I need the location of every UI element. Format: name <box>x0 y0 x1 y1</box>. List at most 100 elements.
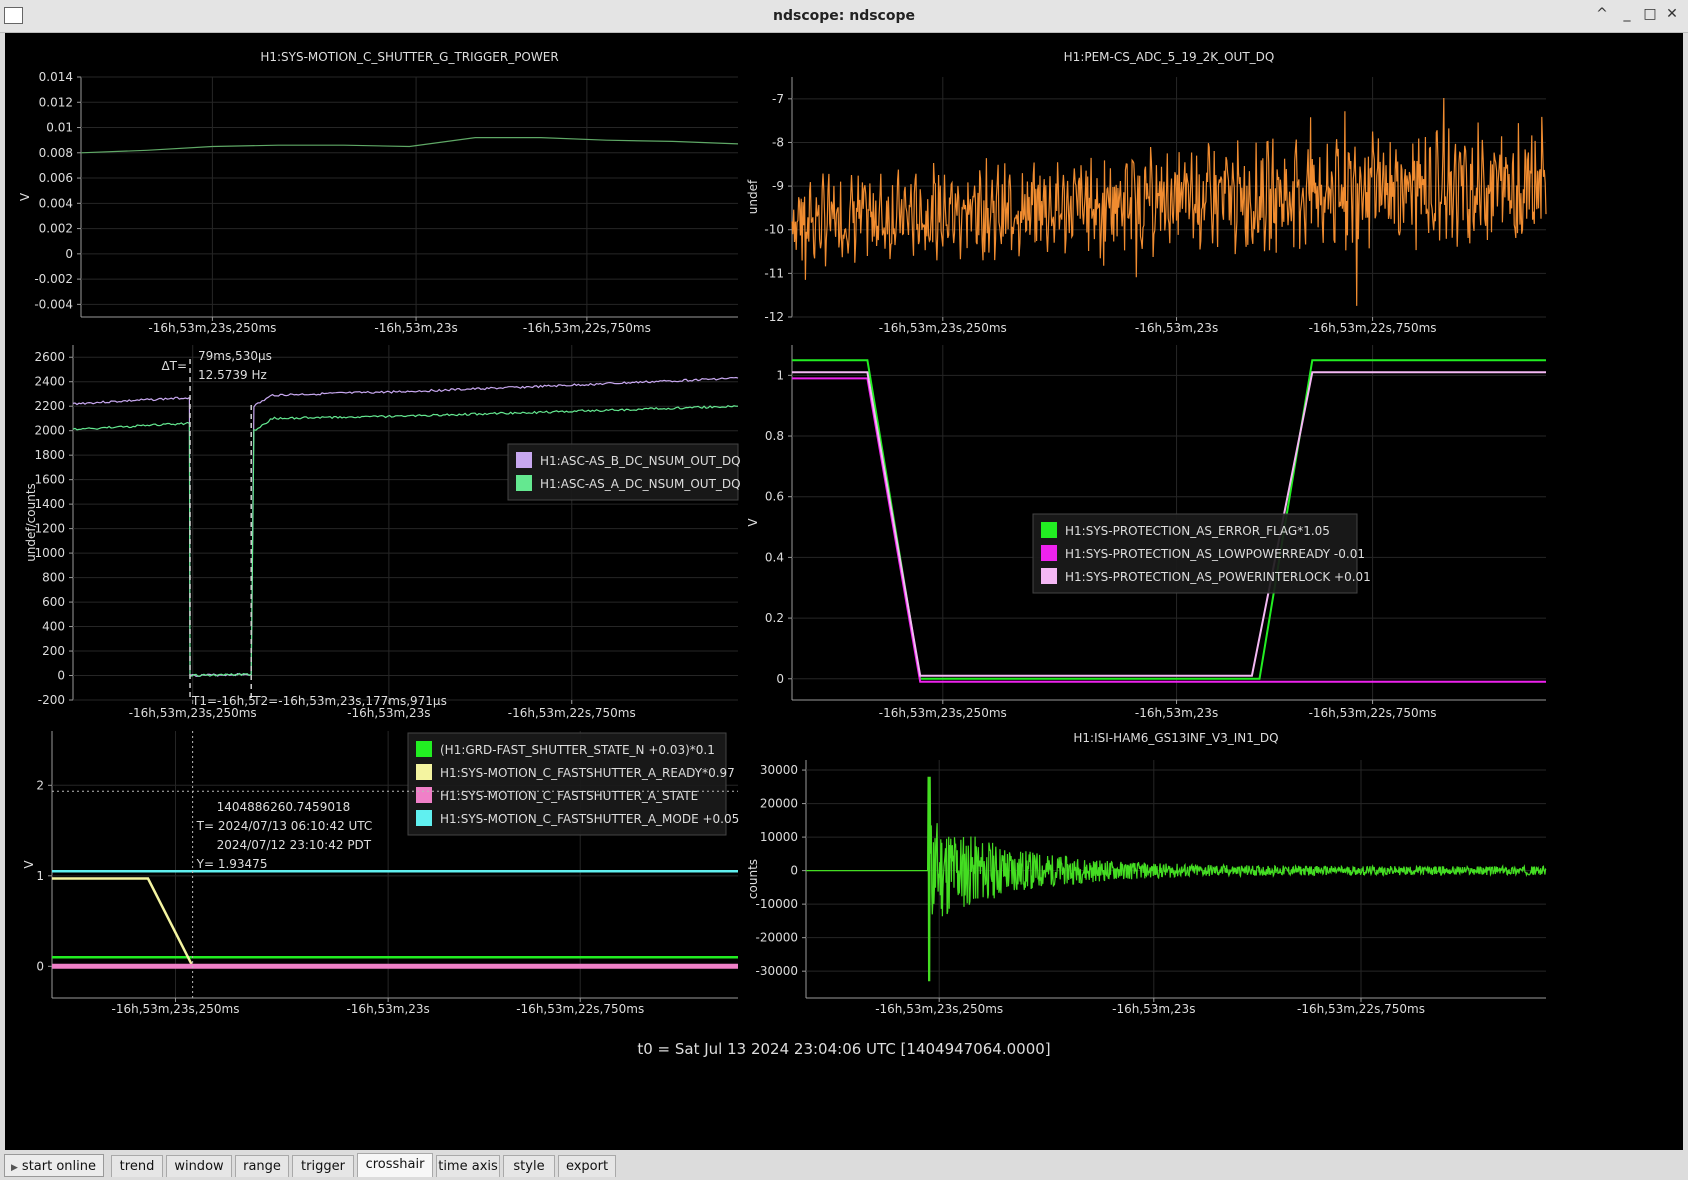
y-tick-label: -200 <box>38 693 65 707</box>
series-line-0 <box>791 97 1547 306</box>
x-tick-label: -16h,53m,23s,250ms <box>879 321 1007 335</box>
window-maximize-button[interactable]: □ <box>1640 6 1660 22</box>
chart-panel-0: -0.004 -0.002 0 0.002 0.004 0.006 0.008 0.01 0.0… <box>18 50 739 335</box>
chart-panel-4: 0 1 2 -16h,53m,23s,250ms -16h,53m,23s -16h,53… <box>22 731 739 1016</box>
legend-label: H1:SYS-MOTION_C_FASTSHUTTER_A_MODE +0.05 <box>440 812 739 826</box>
legend-swatch <box>416 741 432 757</box>
window-titlebar: ndscope: ndscope ^ _ □ ✕ <box>0 0 1688 33</box>
legend-label: (H1:GRD-FAST_SHUTTER_STATE_N +0.03)*0.1 <box>440 743 715 757</box>
y-axis-label: V <box>746 518 760 527</box>
legend-box <box>507 443 739 501</box>
window-close-button[interactable]: ✕ <box>1662 6 1682 22</box>
y-tick-label: -7 <box>772 92 784 106</box>
legend-swatch <box>1041 568 1057 584</box>
plot-grid-svg[interactable]: -0.004 -0.002 0 0.002 0.004 0.006 0.008 0.01 0.0… <box>5 33 1683 1150</box>
tab-crosshair[interactable]: crosshair <box>357 1153 433 1177</box>
window-minimize-button[interactable]: _ <box>1617 6 1637 22</box>
chart-panel-3: 0 0.2 0.4 0.6 0.8 1 -16h,53m,23s,250ms -16h,53m… <box>746 345 1546 720</box>
y-tick-label: 0 <box>57 669 65 683</box>
y-tick-label: 2000 <box>34 424 65 438</box>
legend-swatch <box>416 787 432 803</box>
control-tab-bar: ▶ start online trend window range trigger… <box>0 1150 1688 1177</box>
legend-swatch <box>416 764 432 780</box>
x-tick-label: -16h,53m,23s <box>1112 1002 1195 1016</box>
crosshair-pdt: 2024/07/12 23:10:42 PDT <box>217 838 372 852</box>
y-tick-label: 1 <box>776 368 784 382</box>
x-tick-label: -16h,53m,23s,250ms <box>129 706 257 720</box>
y-tick-label: 30000 <box>760 763 798 777</box>
y-tick-label: 1 <box>36 869 44 883</box>
play-icon: ▶ <box>11 1163 18 1173</box>
plot-area[interactable]: -0.004 -0.002 0 0.002 0.004 0.006 0.008 0.01 0.0… <box>5 33 1683 1150</box>
y-axis-label: undef <box>746 179 760 214</box>
x-tick-label: -16h,53m,23s <box>1135 706 1218 720</box>
legend-label: H1:ASC-AS_B_DC_NSUM_OUT_DQ <box>540 454 741 468</box>
x-tick-label: -16h,53m,23s,250ms <box>875 1002 1003 1016</box>
x-tick-label: -16h,53m,22s,750ms <box>1309 321 1437 335</box>
y-tick-label: 0 <box>65 247 73 261</box>
y-axis-label: counts <box>746 859 760 899</box>
x-tick-label: -16h,53m,23s <box>346 1002 429 1016</box>
y-tick-label: 1800 <box>34 448 65 462</box>
chart-title: H1:ISI-HAM6_GS13INF_V3_IN1_DQ <box>1073 731 1278 745</box>
tab-trigger[interactable]: trigger <box>292 1155 354 1177</box>
x-tick-label: -16h,53m,22s,750ms <box>1309 706 1437 720</box>
y-tick-label: -30000 <box>755 964 798 978</box>
chart-title: H1:PEM-CS_ADC_5_19_2K_OUT_DQ <box>1064 50 1275 64</box>
y-tick-label: -11 <box>764 266 784 280</box>
legend-label: H1:SYS-PROTECTION_AS_LOWPOWERREADY -0.01 <box>1065 547 1365 561</box>
y-axis-label: V <box>18 192 32 201</box>
tab-trend[interactable]: trend <box>111 1155 163 1177</box>
chart-panel-5: -30000 -20000 -10000 0 10000 20000 30000 -16h,5… <box>746 731 1547 1016</box>
y-tick-label: 0.014 <box>39 70 73 84</box>
y-tick-label: 0.2 <box>765 611 784 625</box>
legend-swatch <box>516 452 532 468</box>
legend-label: H1:SYS-PROTECTION_AS_POWERINTERLOCK +0.0… <box>1065 570 1371 584</box>
tab-time-axis[interactable]: time axis <box>436 1155 500 1177</box>
legend-swatch <box>1041 545 1057 561</box>
series-line-0 <box>80 137 739 154</box>
y-tick-label: 400 <box>42 620 65 634</box>
start-online-button[interactable]: ▶ start online <box>4 1154 104 1177</box>
legend-swatch <box>1041 522 1057 538</box>
y-tick-label: 2400 <box>34 375 65 389</box>
y-tick-label: -20000 <box>755 931 798 945</box>
y-tick-label: 10000 <box>760 830 798 844</box>
y-tick-label: 600 <box>42 595 65 609</box>
y-tick-label: 1600 <box>34 473 65 487</box>
x-tick-label: -16h,53m,23s <box>1135 321 1218 335</box>
x-tick-label: -16h,53m,23s,250ms <box>148 321 276 335</box>
tab-style[interactable]: style <box>503 1155 555 1177</box>
y-tick-label: 0 <box>776 672 784 686</box>
window-shade-button[interactable]: ^ <box>1592 6 1612 22</box>
start-online-label: start online <box>21 1159 96 1174</box>
y-tick-label: -0.004 <box>34 297 73 311</box>
y-tick-label: 0.4 <box>765 550 784 564</box>
y-tick-label: 2 <box>36 778 44 792</box>
x-tick-label: -16h,53m,22s,750ms <box>508 706 636 720</box>
y-tick-label: 0 <box>790 864 798 878</box>
window-title: ndscope: ndscope <box>773 8 915 24</box>
x-tick-label: -16h,53m,23s,250ms <box>111 1002 239 1016</box>
y-tick-label: 0 <box>36 959 44 973</box>
y-tick-label: 0.006 <box>39 171 73 185</box>
y-axis-label: undef/counts <box>24 483 38 562</box>
y-tick-label: -12 <box>764 310 784 324</box>
y-tick-label: -10000 <box>755 897 798 911</box>
chart-title: H1:SYS-MOTION_C_SHUTTER_G_TRIGGER_POWER <box>260 50 558 64</box>
tab-range[interactable]: range <box>235 1155 289 1177</box>
y-tick-label: 1200 <box>34 522 65 536</box>
tab-export[interactable]: export <box>558 1155 616 1177</box>
y-tick-label: 0.01 <box>46 121 73 135</box>
delta-t-label: ΔT= <box>161 359 187 373</box>
y-tick-label: -0.002 <box>34 272 73 286</box>
y-tick-label: 1000 <box>34 546 65 560</box>
y-tick-label: 2600 <box>34 350 65 364</box>
series-line-0 <box>72 376 739 678</box>
x-tick-label: -16h,53m,22s,750ms <box>523 321 651 335</box>
y-tick-label: 0.004 <box>39 196 73 210</box>
y-tick-label: 0.8 <box>765 429 784 443</box>
y-tick-label: -8 <box>772 135 784 149</box>
series-line-1 <box>52 877 738 968</box>
tab-window[interactable]: window <box>166 1155 232 1177</box>
